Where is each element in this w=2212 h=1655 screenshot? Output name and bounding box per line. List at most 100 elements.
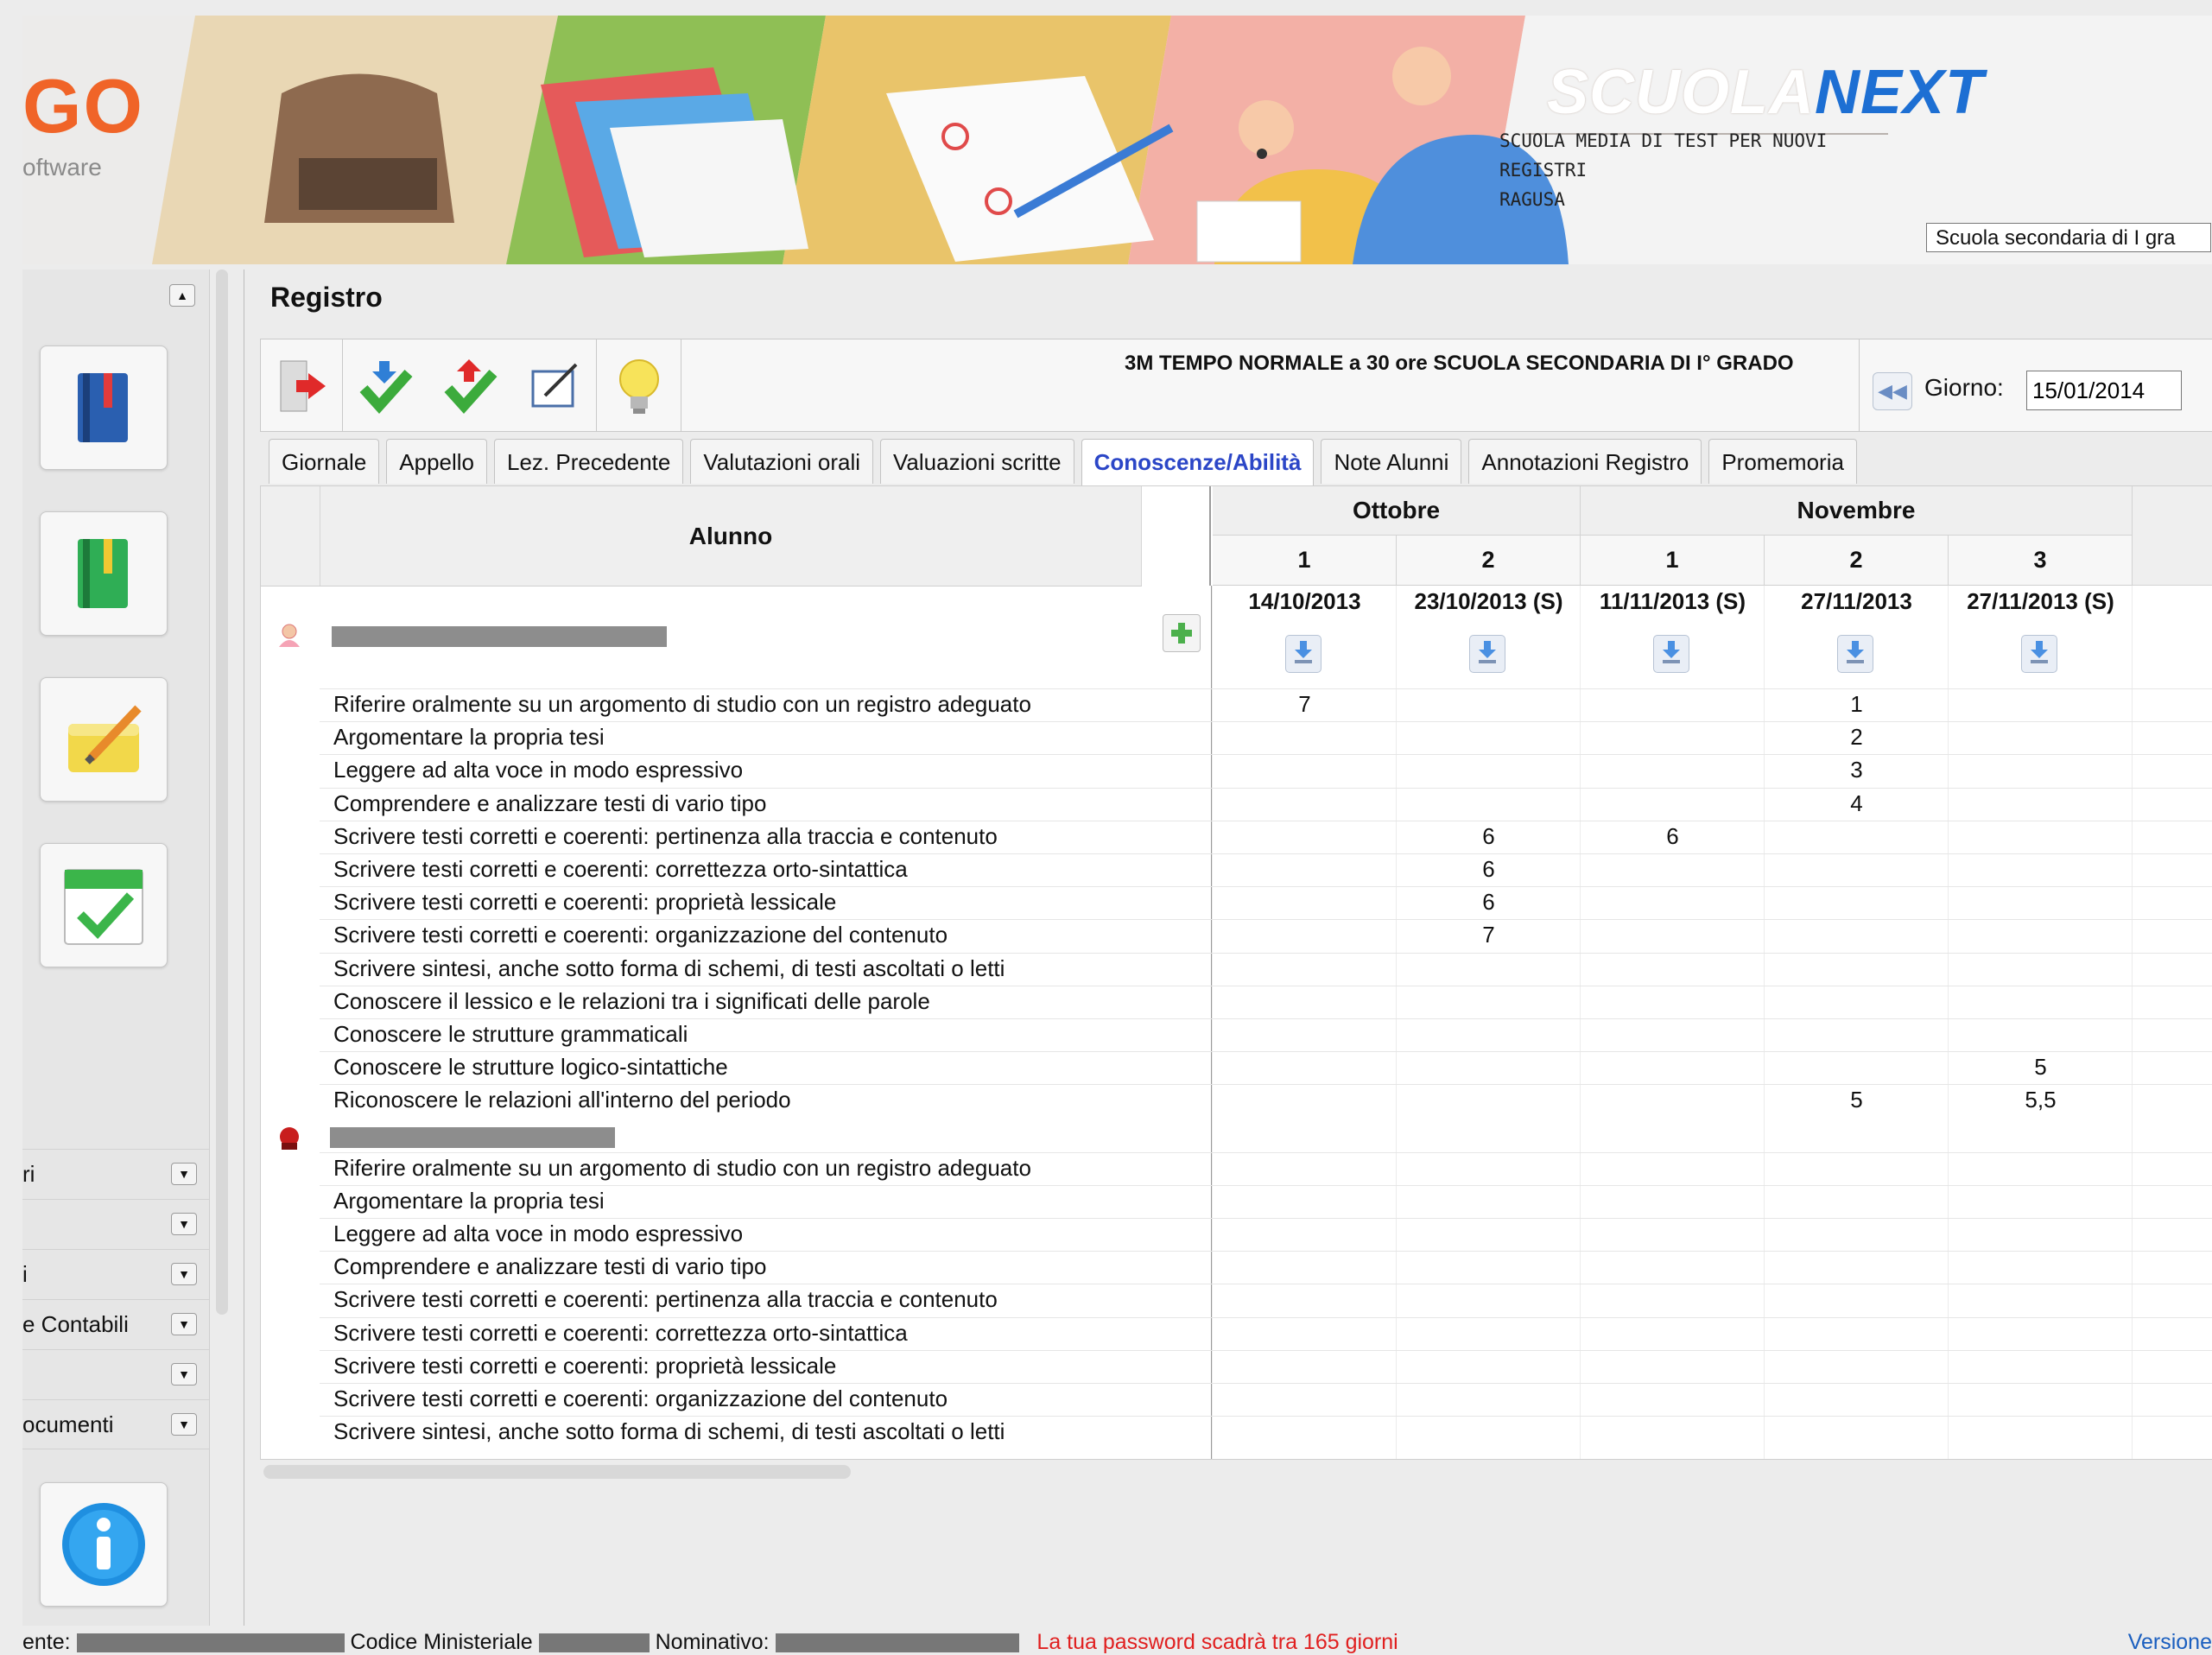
- download-icon[interactable]: [2021, 635, 2057, 673]
- month-header: Ottobre: [1213, 486, 1581, 536]
- notes-tile[interactable]: [40, 677, 168, 802]
- rewind-icon: ◀◀: [1878, 380, 1907, 402]
- row-separator: [320, 1051, 2212, 1053]
- skill-label: Scrivere testi corretti e coerenti: pert…: [333, 1286, 998, 1313]
- info-icon: [62, 1503, 145, 1586]
- horizontal-scrollbar[interactable]: [263, 1465, 851, 1479]
- evaluation-date: 27/11/2013 (S): [1967, 588, 2114, 614]
- tab-note-alunni[interactable]: Note Alunni: [1321, 439, 1462, 484]
- skill-label: Scrivere testi corretti e coerenti: orga…: [333, 1386, 948, 1411]
- grade-cell[interactable]: 7: [1397, 922, 1581, 948]
- row-separator: [320, 853, 2212, 854]
- grade-cell[interactable]: 6: [1397, 889, 1581, 916]
- sidebar-menu-label: ocumenti: [22, 1411, 114, 1437]
- tips-button[interactable]: [603, 350, 675, 422]
- redacted-nominativo: [775, 1633, 1019, 1653]
- download-icon[interactable]: [1837, 635, 1873, 673]
- version-link[interactable]: Versione: [2128, 1629, 2212, 1655]
- sidebar-collapse-button[interactable]: ▲: [169, 284, 195, 307]
- sidebar-menu-item-2[interactable]: ▼: [22, 1199, 209, 1248]
- chevron-down-icon[interactable]: ▼: [171, 1313, 197, 1335]
- female-student-icon: [276, 623, 302, 653]
- column-line: [2132, 586, 2133, 1459]
- tab-lez-precedente[interactable]: Lez. Precedente: [494, 439, 684, 484]
- evaluation-date-header: 11/11/2013 (S): [1581, 588, 1765, 692]
- grade-cell[interactable]: 4: [1765, 790, 1949, 817]
- tab-conoscenze-abilit[interactable]: Conoscenze/Abilità: [1081, 439, 1315, 487]
- info-tile[interactable]: [40, 1482, 168, 1607]
- download-check-button[interactable]: [349, 350, 421, 422]
- male-student-icon: [276, 1126, 302, 1156]
- download-icon[interactable]: [1285, 635, 1321, 673]
- evaluation-date: 23/10/2013 (S): [1414, 588, 1563, 614]
- tab-appello[interactable]: Appello: [386, 439, 488, 484]
- grade-cell[interactable]: 2: [1765, 724, 1949, 751]
- first-day-button[interactable]: ◀◀: [1873, 372, 1912, 410]
- skill-label: Argomentare la propria tesi: [333, 1187, 605, 1214]
- grade-cell[interactable]: 5: [1949, 1054, 2133, 1081]
- registro-tile-blue[interactable]: [40, 346, 168, 470]
- evaluation-date: 27/11/2013: [1801, 588, 1912, 614]
- chevron-down-icon[interactable]: ▼: [171, 1213, 197, 1235]
- row-separator: [320, 1316, 2212, 1318]
- exit-icon: [280, 360, 326, 412]
- skill-label: Scrivere testi corretti e coerenti: pert…: [333, 822, 998, 849]
- grade-cell[interactable]: 6: [1397, 856, 1581, 883]
- notepad-pencil-icon: [68, 705, 142, 772]
- scuolanext-logo: SCUOLANEXT: [1547, 57, 1984, 128]
- grade-cell[interactable]: 6: [1397, 823, 1581, 850]
- green-book-icon: [78, 539, 128, 608]
- grade-cell[interactable]: 3: [1765, 757, 1949, 783]
- giorno-date-field[interactable]: [2026, 371, 2182, 410]
- grade-cell[interactable]: 1: [1765, 691, 1949, 718]
- edit-button[interactable]: [518, 350, 591, 422]
- page-title: Registro: [270, 282, 383, 313]
- school-select[interactable]: Scuola secondaria di I gra: [1926, 223, 2211, 252]
- row-separator: [320, 721, 2212, 723]
- sidebar-menu-item-5[interactable]: ▼: [22, 1349, 209, 1398]
- skill-label: Scrivere testi corretti e coerenti: prop…: [333, 1352, 837, 1379]
- sidebar-menu-item-3[interactable]: i ▼: [22, 1249, 209, 1298]
- row-separator: [320, 1218, 2212, 1219]
- skill-label: Argomentare la propria tesi: [333, 724, 605, 751]
- redacted-student-name: [330, 1126, 615, 1148]
- download-icon[interactable]: [1653, 635, 1689, 673]
- sidebar-scrollbar[interactable]: [216, 269, 228, 1315]
- tab-valutazioni-orali[interactable]: Valutazioni orali: [690, 439, 873, 484]
- chevron-down-icon[interactable]: ▼: [171, 1263, 197, 1285]
- skill-label: Scrivere sintesi, anche sotto forma di s…: [333, 954, 1005, 981]
- row-separator: [320, 1084, 2212, 1086]
- skill-label: Leggere ad alta voce in modo espressivo: [333, 757, 744, 783]
- tab-annotazioni-registro[interactable]: Annotazioni Registro: [1468, 439, 1702, 484]
- evaluation-date: 11/11/2013 (S): [1599, 588, 1746, 614]
- row-separator: [320, 1184, 2212, 1186]
- sidebar-menu-item-4[interactable]: e Contabili ▼: [22, 1299, 209, 1348]
- download-icon[interactable]: [1469, 635, 1505, 673]
- exit-button[interactable]: [268, 350, 340, 422]
- grade-cell[interactable]: 5: [1765, 1087, 1949, 1113]
- row-separator: [320, 754, 2212, 756]
- sidebar: ▲ ri ▼ ▼ i ▼ e Contabili ▼ ▼ ocumenti ▼: [22, 269, 210, 1626]
- tab-giornale[interactable]: Giornale: [269, 439, 380, 484]
- week-header: 2: [1397, 536, 1581, 586]
- toolbar: 3M TEMPO NORMALE a 30 ore SCUOLA SECONDA…: [260, 339, 2212, 432]
- registro-tile-green[interactable]: [40, 511, 168, 636]
- chevron-down-icon[interactable]: ▼: [171, 1413, 197, 1436]
- evaluation-date: 14/10/2013: [1248, 588, 1361, 614]
- toolbar-separator: [596, 339, 597, 431]
- row-separator: [320, 886, 2212, 888]
- status-bar: ente: Codice Ministeriale Nominativo: La…: [22, 1629, 2212, 1655]
- tab-promemoria[interactable]: Promemoria: [1708, 439, 1857, 484]
- grade-cell[interactable]: 5,5: [1949, 1087, 2133, 1113]
- chevron-down-icon[interactable]: ▼: [171, 1163, 197, 1185]
- calendar-tile[interactable]: [40, 843, 168, 967]
- row-separator: [320, 952, 2212, 954]
- grade-cell[interactable]: 6: [1581, 823, 1765, 850]
- sidebar-menu-item-6[interactable]: ocumenti ▼: [22, 1399, 209, 1449]
- grade-cell[interactable]: 7: [1213, 691, 1397, 718]
- upload-check-button[interactable]: [434, 350, 506, 422]
- main-panel: Registro 3M TEMPO NORMALE a 30 ore SCUOL…: [244, 269, 2212, 1626]
- chevron-down-icon[interactable]: ▼: [171, 1363, 197, 1386]
- sidebar-menu-item-1[interactable]: ri ▼: [22, 1149, 209, 1198]
- tab-valuazioni-scritte[interactable]: Valuazioni scritte: [880, 439, 1074, 484]
